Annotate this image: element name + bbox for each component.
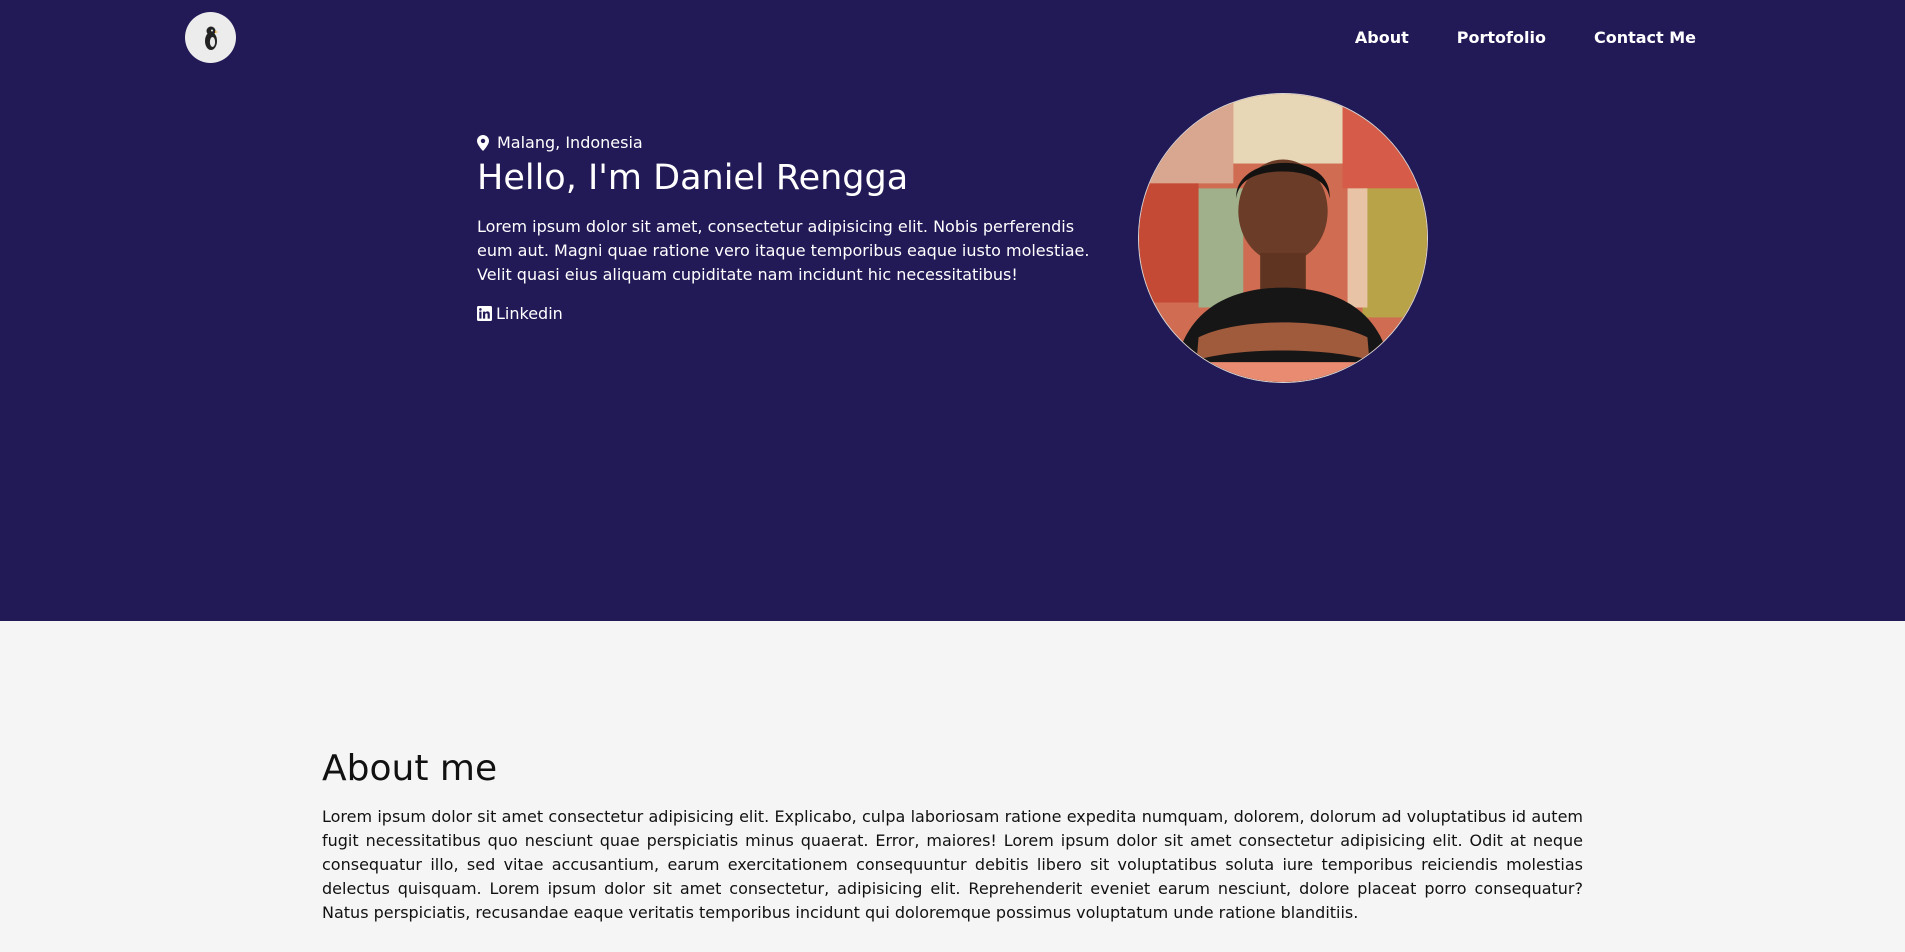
linkedin-label: Linkedin: [496, 304, 563, 323]
map-pin-icon: [477, 134, 489, 151]
nav-portofolio[interactable]: Portofolio: [1457, 28, 1546, 47]
hero-section: About Portofolio Contact Me Malang, Indo…: [0, 0, 1905, 621]
logo[interactable]: [185, 12, 236, 63]
location: Malang, Indonesia: [477, 133, 643, 152]
linkedin-link[interactable]: Linkedin: [477, 304, 563, 323]
profile-photo: [1138, 93, 1428, 383]
profile-photo-image: [1139, 94, 1427, 382]
location-text: Malang, Indonesia: [497, 133, 643, 152]
hero-description: Lorem ipsum dolor sit amet, consectetur …: [477, 217, 1090, 284]
main-nav: About Portofolio Contact Me: [1355, 28, 1696, 47]
hero-title: Hello, I'm Daniel Rengga: [477, 158, 909, 198]
linkedin-icon: [477, 306, 492, 321]
penguin-icon: [204, 26, 218, 50]
nav-contact-me[interactable]: Contact Me: [1594, 28, 1696, 47]
nav-about[interactable]: About: [1355, 28, 1409, 47]
about-description: Lorem ipsum dolor sit amet consectetur a…: [322, 807, 1583, 922]
about-title: About me: [322, 748, 498, 789]
